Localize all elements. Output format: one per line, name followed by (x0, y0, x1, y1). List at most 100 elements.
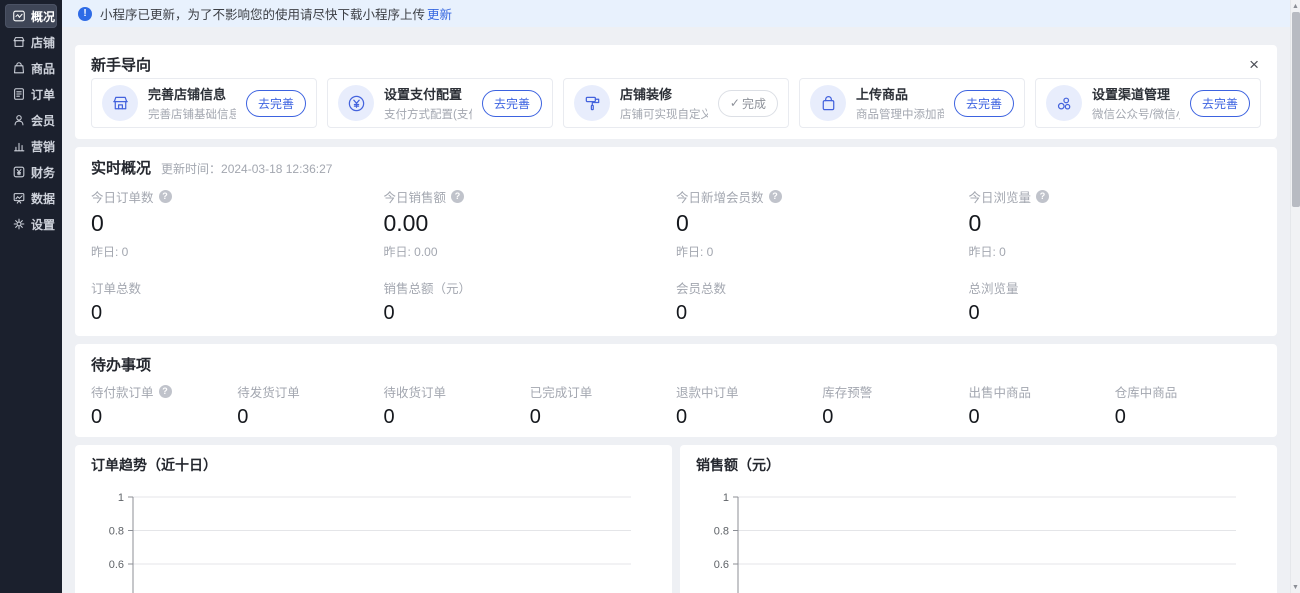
newbie-guide-card: 新手导向 × 完善店铺信息 完善店铺基础信息等 去完善 (75, 45, 1277, 139)
sidebar-item-goods[interactable]: 商品 (5, 56, 57, 80)
todo-value: 0 (237, 406, 383, 429)
update-link[interactable]: 更新 (427, 4, 452, 23)
go-complete-button[interactable]: 去完善 (954, 90, 1014, 117)
stat-value: 0 (969, 210, 1262, 237)
todo-label: 仓库中商品 (1115, 382, 1178, 401)
realtime-title: 实时概况 (91, 157, 151, 178)
help-icon[interactable]: ? (159, 385, 172, 398)
vertical-scrollbar[interactable]: ▲ ▼ (1290, 0, 1300, 593)
guide-step-payment-config: 设置支付配置 支付方式配置(支付宝/微信) 去完善 (327, 78, 553, 128)
stat-yesterday: 昨日: 0 (969, 243, 1262, 260)
notice-text: 小程序已更新，为了不影响您的使用请尽快下载小程序上传 (100, 4, 425, 23)
guide-step-shop-decoration: 店铺装修 店铺可实现自定义模板装修 ✓完成 (563, 78, 789, 128)
update-notice-bar: ! 小程序已更新，为了不影响您的使用请尽快下载小程序上传更新 (62, 0, 1290, 27)
help-icon[interactable]: ? (1036, 190, 1049, 203)
sidebar-item-orders[interactable]: 订单 (5, 82, 57, 106)
sidebar-item-shop[interactable]: 店铺 (5, 30, 57, 54)
stat-total-pageviews: 总浏览量 0 (969, 280, 1262, 325)
sidebar-item-marketing[interactable]: 营销 (5, 134, 57, 158)
stat-label: 订单总数 (91, 278, 141, 297)
step-title: 完善店铺信息 (148, 84, 236, 103)
guide-step-upload-goods: 上传商品 商品管理中添加商品上传 去完善 (799, 78, 1025, 128)
order-trend-chart-card: 订单趋势（近十日） 1 0.8 (75, 445, 672, 593)
sidebar-item-label: 商品 (31, 60, 55, 77)
sidebar-item-data[interactable]: 数据 (5, 186, 57, 210)
stat-value: 0 (969, 302, 1262, 325)
guide-title: 新手导向 (91, 54, 151, 75)
step-title: 上传商品 (856, 84, 944, 103)
totals-row: 订单总数 0 销售总额（元） 0 会员总数 0 总浏览量 0 (91, 280, 1261, 325)
help-icon[interactable]: ? (769, 190, 782, 203)
todo-value: 0 (384, 406, 530, 429)
stat-today-pageviews: 今日浏览量? 0 昨日: 0 (969, 189, 1262, 260)
stat-total-orders: 订单总数 0 (91, 280, 384, 325)
go-complete-button[interactable]: 去完善 (1190, 90, 1250, 117)
store-icon (102, 85, 138, 121)
sidebar-item-label: 营销 (31, 138, 55, 155)
y-tick-label: 0.6 (109, 559, 124, 571)
todo-label: 待付款订单 (91, 382, 154, 401)
goods-icon (12, 61, 26, 75)
scroll-down-icon[interactable]: ▼ (1291, 581, 1300, 593)
stat-label: 今日订单数 (91, 187, 154, 206)
sidebar-item-label: 订单 (31, 86, 55, 103)
stat-value: 0 (384, 302, 677, 325)
close-icon[interactable]: × (1247, 56, 1261, 73)
stat-value: 0 (91, 210, 384, 237)
finance-icon (12, 165, 26, 179)
todo-value: 0 (676, 406, 822, 429)
sidebar-item-label: 店铺 (31, 34, 55, 51)
todo-pending-receipt: 待收货订单 0 (384, 384, 530, 429)
stat-label: 今日销售额 (384, 187, 447, 206)
stat-label: 今日新增会员数 (676, 187, 764, 206)
todo-on-sale-goods: 出售中商品 0 (969, 384, 1115, 429)
todo-value: 0 (1115, 406, 1261, 429)
sidebar-item-members[interactable]: 会员 (5, 108, 57, 132)
sidebar-item-finance[interactable]: 财务 (5, 160, 57, 184)
sidebar-item-label: 概况 (31, 8, 55, 25)
go-complete-button[interactable]: 去完善 (246, 90, 306, 117)
todo-title: 待办事项 (91, 357, 151, 374)
guide-steps: 完善店铺信息 完善店铺基础信息等 去完善 设置支付配置 支付方式配置(支付宝/微… (91, 78, 1261, 128)
stat-label: 销售总额（元） (384, 278, 472, 297)
shop-icon (12, 35, 26, 49)
marketing-icon (12, 139, 26, 153)
sidebar-item-label: 设置 (31, 216, 55, 233)
step-desc: 微信公众号/微信小程序 (1092, 106, 1180, 122)
help-icon[interactable]: ? (159, 190, 172, 203)
completed-button[interactable]: ✓完成 (718, 90, 778, 117)
todo-row: 待付款订单? 0 待发货订单 0 待收货订单 0 已完成订单 0 退款中订单 (91, 384, 1261, 429)
y-tick-label: 1 (723, 492, 729, 504)
main-area: ! 小程序已更新，为了不影响您的使用请尽快下载小程序上传更新 新手导向 × 完善… (62, 0, 1290, 593)
step-desc: 店铺可实现自定义模板装修 (620, 106, 708, 122)
stat-yesterday: 昨日: 0 (676, 243, 969, 260)
step-title: 设置渠道管理 (1092, 84, 1180, 103)
settings-icon (12, 217, 26, 231)
guide-step-store-info: 完善店铺信息 完善店铺基础信息等 去完善 (91, 78, 317, 128)
help-icon[interactable]: ? (451, 190, 464, 203)
guide-step-channel-management: 设置渠道管理 微信公众号/微信小程序 去完善 (1035, 78, 1261, 128)
sidebar: 概况 店铺 商品 订单 会员 营销 财务 数据 设置 (0, 0, 62, 593)
todo-label: 库存预警 (822, 382, 872, 401)
yen-circle-icon (338, 85, 374, 121)
upload-goods-icon (810, 85, 846, 121)
stat-yesterday: 昨日: 0.00 (384, 243, 677, 260)
check-icon: ✓ (730, 96, 740, 110)
go-complete-button[interactable]: 去完善 (482, 90, 542, 117)
step-title: 店铺装修 (620, 84, 708, 103)
sidebar-item-settings[interactable]: 设置 (5, 212, 57, 236)
todo-warehouse-goods: 仓库中商品 0 (1115, 384, 1261, 429)
sales-chart: 1 0.8 0.6 0.4 0.2 0 (696, 487, 1261, 593)
todo-label: 待收货订单 (384, 382, 447, 401)
stat-label: 会员总数 (676, 278, 726, 297)
scrollbar-thumb[interactable] (1292, 12, 1300, 207)
realtime-overview-card: 实时概况 更新时间：2024-03-18 12:36:27 今日订单数? 0 昨… (75, 147, 1277, 336)
scroll-up-icon[interactable]: ▲ (1291, 0, 1300, 12)
todo-value: 0 (822, 406, 968, 429)
chart-title: 订单趋势（近十日） (91, 455, 656, 473)
todo-stock-warning: 库存预警 0 (822, 384, 968, 429)
sidebar-item-overview[interactable]: 概况 (5, 4, 57, 28)
order-trend-chart: 1 0.8 0.6 0.4 0.2 0 (91, 487, 656, 593)
todo-label: 已完成订单 (530, 382, 593, 401)
todo-value: 0 (530, 406, 676, 429)
